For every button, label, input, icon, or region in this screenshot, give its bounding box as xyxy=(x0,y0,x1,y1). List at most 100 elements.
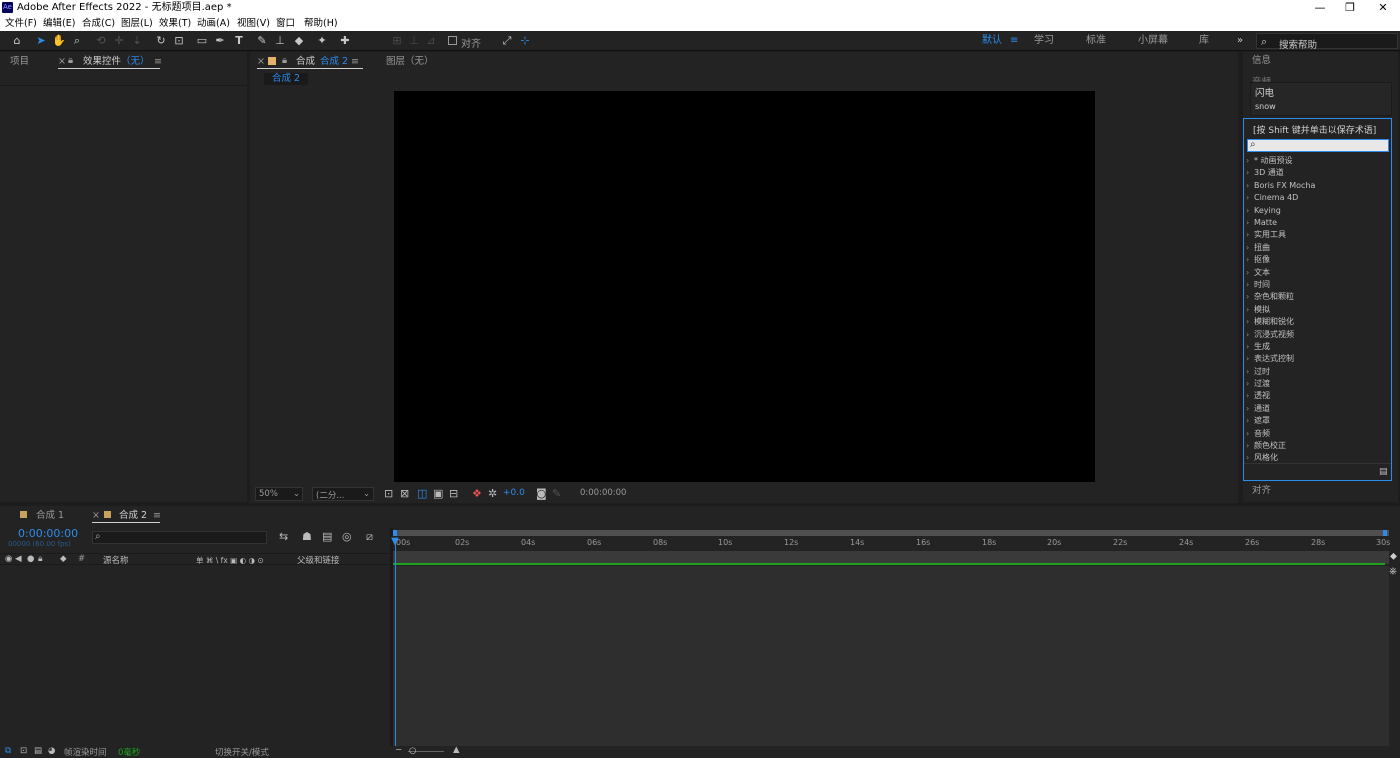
comp-tab-prefix[interactable]: 合成 xyxy=(296,56,315,68)
composition-mini-flowchart-icon[interactable]: ⇆ xyxy=(279,530,288,543)
effects-category-item[interactable]: 过渡 xyxy=(1246,379,1270,389)
hand-tool-icon[interactable]: ✋ xyxy=(52,34,66,48)
column-switches[interactable]: 单 ⌘ \ fx ▣ ◐ ◑ ⊙ xyxy=(196,555,264,566)
effects-search-input[interactable]: ⌕ xyxy=(1247,139,1389,152)
effects-category-item[interactable]: 实用工具 xyxy=(1246,230,1286,240)
work-area-end[interactable] xyxy=(1383,530,1387,536)
effects-category-item[interactable]: 颜色校正 xyxy=(1246,441,1286,451)
lock-icon[interactable]: 🔒︎ xyxy=(38,554,43,564)
viewer-timecode[interactable]: 0:00:00:00 xyxy=(580,488,626,498)
zoom-dropdown[interactable]: 50% ⌄ xyxy=(255,487,303,501)
effects-category-item[interactable]: 音频 xyxy=(1246,429,1270,439)
mask-visibility-icon[interactable]: ◫ xyxy=(417,487,427,500)
rotation-tool-icon[interactable]: ↻ xyxy=(154,34,168,48)
dolly-camera-icon[interactable]: ⇣ xyxy=(130,34,144,48)
effects-category-item[interactable]: * 动画预设 xyxy=(1246,156,1293,166)
layer-switches-pane-icon[interactable]: ⧉ xyxy=(5,746,11,756)
menu-view[interactable]: 视图(V) xyxy=(237,17,270,30)
comp-breadcrumb[interactable]: 合成 2 xyxy=(264,73,309,85)
column-parent-link[interactable]: 父级和链接 xyxy=(297,554,340,566)
minimize-button[interactable]: — xyxy=(1305,0,1335,16)
effects-category-item[interactable]: Matte xyxy=(1246,218,1277,228)
puppet-pin-tool-icon[interactable]: ✚ xyxy=(338,34,352,48)
toggle-switches-modes[interactable]: 切换开关/模式 xyxy=(215,746,269,758)
lock-icon[interactable]: 🔒︎ xyxy=(282,55,287,67)
motion-blur-icon[interactable]: ◎ xyxy=(342,530,352,543)
more-workspaces-icon[interactable]: » xyxy=(1237,35,1243,47)
work-area-bar[interactable] xyxy=(393,530,1389,536)
clone-stamp-tool-icon[interactable]: ⊥ xyxy=(273,34,287,48)
effects-category-item[interactable]: 3D 通道 xyxy=(1246,168,1284,178)
modes-pane-icon[interactable]: ⊡ xyxy=(20,746,27,756)
panel-menu-icon[interactable]: ≡ xyxy=(154,56,162,68)
fast-previews-icon[interactable]: ⊡ xyxy=(384,487,393,500)
search-help-box[interactable]: ⌕ 搜索帮助 xyxy=(1256,33,1398,51)
current-timecode[interactable]: 0:00:00:00 xyxy=(18,527,78,540)
label-tag-icon[interactable]: ◆ xyxy=(60,554,67,564)
menu-layer[interactable]: 图层(L) xyxy=(121,17,153,30)
roto-brush-tool-icon[interactable]: ✦ xyxy=(315,34,329,48)
effects-category-item[interactable]: 模拟 xyxy=(1246,305,1270,315)
effects-category-item[interactable]: 扭曲 xyxy=(1246,243,1270,253)
tab-info[interactable]: 信息 xyxy=(1252,55,1271,67)
effects-category-item[interactable]: 表达式控制 xyxy=(1246,354,1294,364)
menu-file[interactable]: 文件(F) xyxy=(5,17,37,30)
snap-target-icon[interactable]: ⊹ xyxy=(518,34,532,48)
effects-category-item[interactable]: 文本 xyxy=(1246,268,1270,278)
menu-animation[interactable]: 动画(A) xyxy=(197,17,230,30)
tab-layer[interactable]: 图层（无） xyxy=(386,56,434,68)
view-axis-icon[interactable]: ⊿ xyxy=(424,34,438,48)
selection-tool-icon[interactable]: ➤ xyxy=(34,34,48,48)
effects-category-item[interactable]: 风格化 xyxy=(1246,453,1278,463)
close-tab-icon[interactable]: × xyxy=(257,56,265,68)
effects-category-item[interactable]: 遮罩 xyxy=(1246,416,1270,426)
audio-icon[interactable]: ◀ xyxy=(15,554,22,564)
exposure-value[interactable]: +0.0 xyxy=(503,488,525,498)
menu-help[interactable]: 帮助(H) xyxy=(304,17,338,30)
in-out-pane-icon[interactable]: ▤ xyxy=(34,746,42,756)
zoom-tool-icon[interactable]: ⌕ xyxy=(70,34,84,48)
menu-effect[interactable]: 效果(T) xyxy=(159,17,191,30)
grid-guides-icon[interactable]: ⊟ xyxy=(449,487,458,500)
menu-window[interactable]: 窗口 xyxy=(276,17,295,30)
current-time-indicator[interactable] xyxy=(395,540,396,746)
pan-camera-icon[interactable]: ✛ xyxy=(112,34,126,48)
effects-category-item[interactable]: 通道 xyxy=(1246,404,1270,414)
close-tab-icon[interactable]: × xyxy=(92,510,100,522)
zoom-slider-handle[interactable]: ○ xyxy=(409,746,416,756)
effects-category-item[interactable]: Cinema 4D xyxy=(1246,193,1298,203)
menu-composition[interactable]: 合成(C) xyxy=(82,17,115,30)
eraser-tool-icon[interactable]: ◆ xyxy=(292,34,306,48)
home-icon[interactable]: ⌂ xyxy=(10,34,24,48)
panel-menu-icon[interactable]: ≡ xyxy=(351,56,359,68)
color-management-icon[interactable]: ✲ xyxy=(488,487,497,500)
snapshot-camera-icon[interactable]: ◙ xyxy=(536,487,547,500)
composition-viewer[interactable] xyxy=(394,91,1095,482)
effects-category-item[interactable]: Keying xyxy=(1246,206,1281,216)
workspace-libraries[interactable]: 库 xyxy=(1199,35,1209,47)
menu-edit[interactable]: 编辑(E) xyxy=(43,17,75,30)
workspace-default[interactable]: 默认 xyxy=(982,35,1002,47)
video-visibility-icon[interactable]: ◉ xyxy=(5,554,12,564)
comp-button-icon[interactable]: ⎈ xyxy=(1389,566,1397,577)
zoom-out-icon[interactable]: − xyxy=(395,745,402,755)
tab-align[interactable]: 对齐 xyxy=(1252,485,1271,497)
tab-effect-controls[interactable]: 效果控件 xyxy=(83,56,121,68)
effects-category-item[interactable]: 模糊和锐化 xyxy=(1246,317,1294,327)
frame-blending-icon[interactable]: ▤ xyxy=(322,530,332,543)
zoom-in-icon[interactable]: ▲ xyxy=(453,745,460,755)
solo-icon[interactable]: ● xyxy=(27,554,34,564)
column-source-name[interactable]: 源名称 xyxy=(103,554,129,566)
effects-category-item[interactable]: 时间 xyxy=(1246,280,1270,290)
timeline-track-area[interactable] xyxy=(393,566,1389,746)
timeline-tab-comp1[interactable]: 合成 1 xyxy=(36,510,64,522)
local-axis-icon[interactable]: ⊞ xyxy=(390,34,404,48)
effects-category-item[interactable]: 过时 xyxy=(1246,367,1270,377)
recent-search-item[interactable]: 闪电 xyxy=(1255,85,1274,99)
transparency-grid-icon[interactable]: ⊠ xyxy=(400,487,409,500)
workspace-learn[interactable]: 学习 xyxy=(1034,35,1054,47)
render-time-pane-icon[interactable]: ◕ xyxy=(48,746,55,756)
brush-tool-icon[interactable]: ✎ xyxy=(255,34,269,48)
layer-search-input[interactable]: ⌕ xyxy=(92,531,267,544)
new-bin-icon[interactable]: ▤ xyxy=(1379,467,1388,477)
